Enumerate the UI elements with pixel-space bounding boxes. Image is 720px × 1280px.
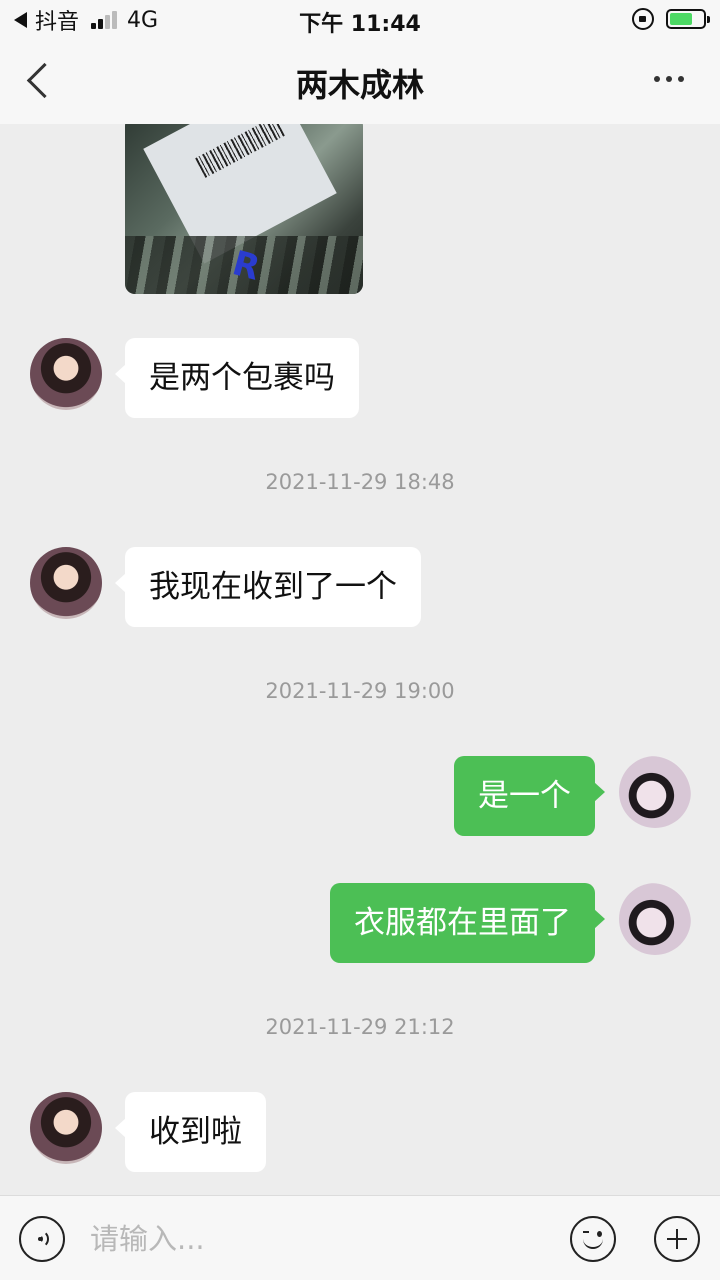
timestamp: 2021-11-29 18:48 [265, 470, 455, 494]
page-title: 两木成林 [295, 66, 424, 104]
avatar[interactable] [30, 338, 102, 410]
avatar[interactable] [619, 756, 691, 828]
avatar[interactable] [30, 547, 102, 619]
status-right [632, 8, 710, 30]
voice-icon[interactable] [19, 1216, 65, 1262]
message-bubble[interactable]: 收到啦 [115, 1092, 266, 1172]
chat-header: 两木成林 [0, 40, 720, 124]
timestamp: 2021-11-29 19:00 [265, 679, 455, 703]
chevron-left-icon[interactable] [20, 58, 64, 102]
battery-icon [666, 9, 710, 29]
emoji-icon[interactable] [570, 1216, 616, 1262]
image-message[interactable]: R [125, 124, 363, 294]
plus-icon[interactable] [654, 1216, 700, 1262]
orientation-lock-icon [632, 8, 654, 30]
message-list[interactable]: R 是两个包裹吗 2021-11-29 18:48 我现在收到了一个 2021-… [0, 124, 720, 1195]
more-icon[interactable] [648, 76, 684, 82]
status-time: 下午 11:44 [299, 12, 421, 37]
message-bubble[interactable]: 衣服都在里面了 [330, 883, 605, 963]
avatar[interactable] [30, 1092, 102, 1164]
status-bar: 抖音 4G 下午 11:44 [0, 0, 720, 40]
avatar[interactable] [619, 883, 691, 955]
message-bubble[interactable]: 是一个 [454, 756, 605, 836]
timestamp: 2021-11-29 21:12 [265, 1015, 455, 1039]
message-input[interactable] [90, 1212, 550, 1266]
message-bubble[interactable]: 我现在收到了一个 [115, 547, 421, 627]
input-bar [0, 1195, 720, 1280]
message-bubble[interactable]: 是两个包裹吗 [115, 338, 359, 418]
